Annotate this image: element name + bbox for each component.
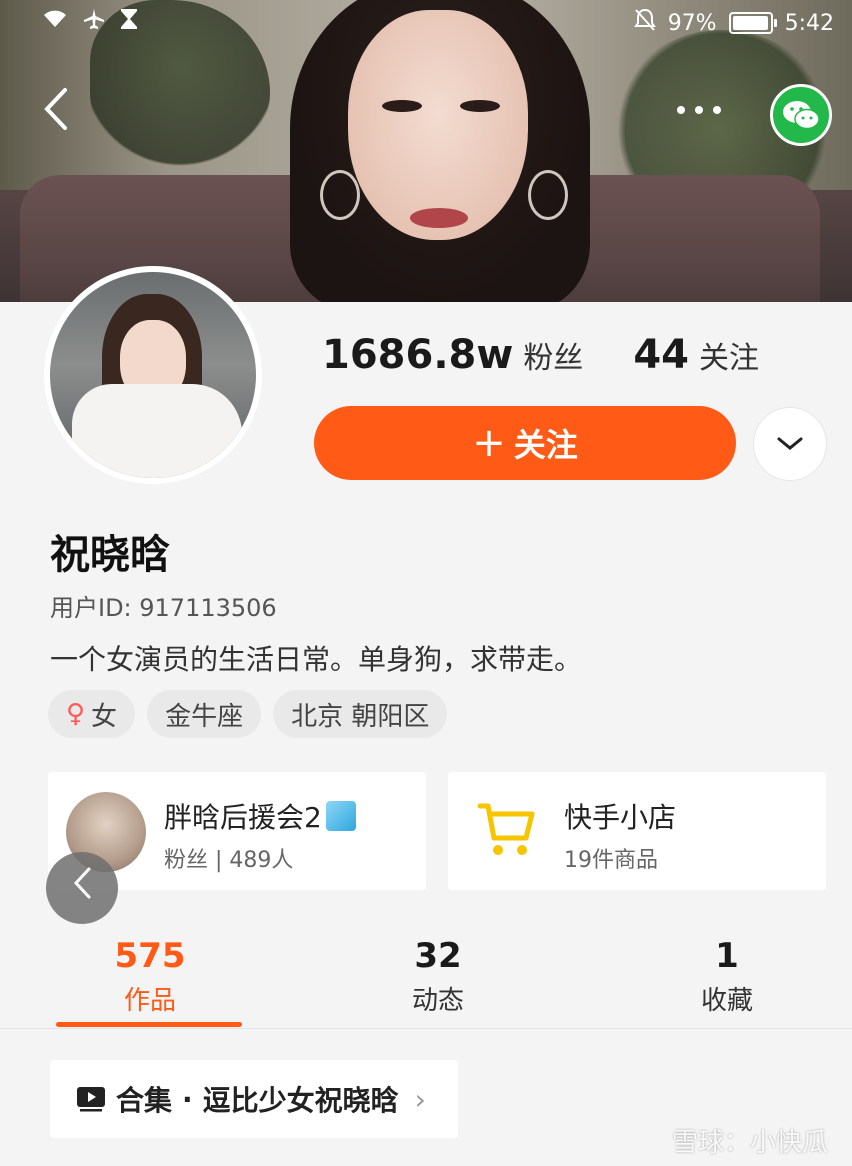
tab-moments-count: 32 xyxy=(414,936,462,976)
profile-bio: 一个女演员的生活日常。单身狗，求带走。 xyxy=(50,643,583,676)
profile-name: 祝晓晗 xyxy=(50,532,170,578)
collection-name: 逗比少女祝晓晗 xyxy=(202,1084,399,1117)
status-bar: 97% 5:42 xyxy=(0,0,852,44)
location-tag: 北京 朝阳区 xyxy=(273,690,448,738)
follower-stats: 1686.8w 粉丝 44 关注 xyxy=(322,332,759,378)
collection-label: 合集 xyxy=(116,1084,173,1117)
user-id[interactable]: 用户ID: 917113506 xyxy=(50,588,277,623)
hourglass-icon xyxy=(120,8,138,36)
location-label: 北京 朝阳区 xyxy=(291,701,430,732)
tab-works-count: 575 xyxy=(114,936,186,976)
floating-back-button[interactable] xyxy=(46,852,118,924)
tab-works-label: 作品 xyxy=(123,986,176,1016)
more-dots-icon xyxy=(677,106,721,114)
active-tab-indicator xyxy=(56,1022,242,1027)
content-tabs: 575 作品 32 动态 1 收藏 xyxy=(0,936,852,1030)
airplane-icon xyxy=(82,8,106,36)
gender-tag: ♀ 女 xyxy=(48,690,136,738)
battery-icon xyxy=(728,12,777,34)
chevron-left-icon xyxy=(44,88,67,130)
wechat-icon xyxy=(783,101,820,130)
back-button[interactable] xyxy=(34,86,78,146)
avatar[interactable] xyxy=(44,266,262,484)
fan-group-subtitle: 粉丝 | 489人 xyxy=(164,848,294,873)
play-collection-icon xyxy=(77,1087,105,1112)
chevron-down-icon xyxy=(777,437,803,450)
follow-button[interactable]: + 关注 xyxy=(314,406,736,480)
tab-works[interactable]: 575 作品 xyxy=(50,936,250,1017)
follow-button-label: 关注 xyxy=(513,426,578,464)
wifi-icon xyxy=(42,9,68,35)
fan-group-title: 胖晗后援会2 xyxy=(164,801,322,834)
female-icon: ♀ xyxy=(66,699,86,729)
following-count[interactable]: 44 xyxy=(633,332,689,378)
watermark: 雪球：小快瓜 xyxy=(671,1128,828,1158)
shopping-cart-icon xyxy=(477,803,535,855)
gender-label: 女 xyxy=(91,701,118,732)
zodiac-tag: 金牛座 xyxy=(147,690,262,738)
chevron-right-icon: › xyxy=(414,1082,426,1116)
tab-favorites-count: 1 xyxy=(715,936,739,976)
following-label[interactable]: 关注 xyxy=(699,333,759,377)
cover-photo xyxy=(0,0,852,302)
clock-time: 5:42 xyxy=(784,10,834,36)
divider xyxy=(0,1028,852,1029)
fans-count[interactable]: 1686.8w xyxy=(322,332,513,378)
shop-card[interactable]: 快手小店 19件商品 xyxy=(448,772,826,890)
battery-percent: 97% xyxy=(667,10,717,36)
tab-favorites-label: 收藏 xyxy=(700,986,753,1016)
collection-entry[interactable]: 合集 · 逗比少女祝晓晗 › xyxy=(50,1060,458,1138)
tab-favorites[interactable]: 1 收藏 xyxy=(627,936,827,1017)
shop-subtitle: 19件商品 xyxy=(564,848,658,873)
chevron-left-icon xyxy=(73,867,91,899)
shop-title: 快手小店 xyxy=(564,801,677,834)
collection-separator: · xyxy=(182,1082,193,1116)
badge-icon xyxy=(325,801,356,831)
zodiac-label: 金牛座 xyxy=(165,701,244,732)
mute-bell-icon xyxy=(633,8,656,38)
wechat-share-button[interactable] xyxy=(770,84,832,146)
tab-moments-label: 动态 xyxy=(411,986,464,1016)
more-options-button[interactable] xyxy=(676,96,726,126)
tab-moments[interactable]: 32 动态 xyxy=(338,936,538,1017)
profile-tags: ♀ 女 金牛座 北京 朝阳区 xyxy=(48,690,448,738)
recommend-dropdown-button[interactable] xyxy=(753,407,827,481)
plus-icon: + xyxy=(472,420,506,466)
fans-label[interactable]: 粉丝 xyxy=(523,333,583,377)
